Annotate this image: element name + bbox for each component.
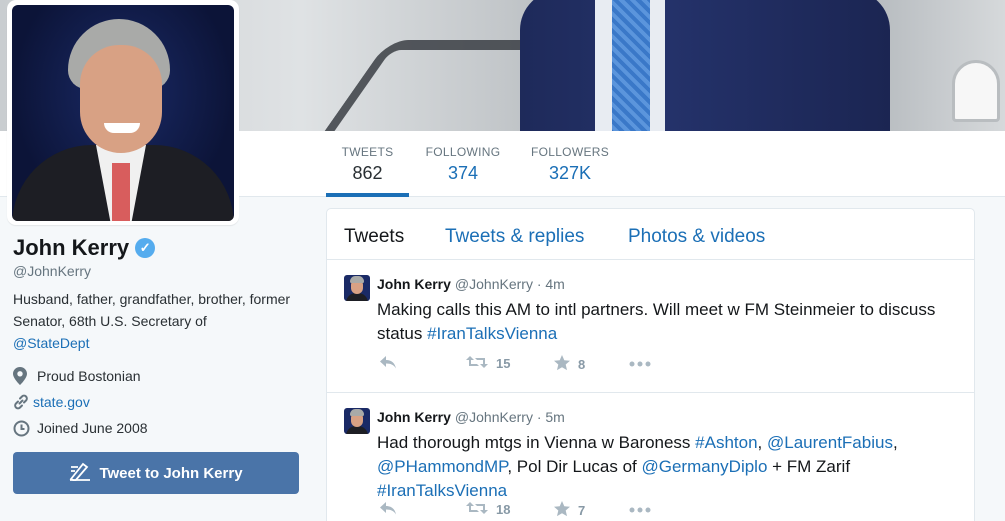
timeline: Tweets Tweets & replies Photos & videos … [326, 208, 975, 521]
like-count: 7 [578, 503, 586, 518]
profile-handle[interactable]: @JohnKerry [13, 263, 303, 279]
stat-following[interactable]: FOLLOWING 374 [421, 131, 505, 197]
verified-badge-icon: ✓ [135, 238, 156, 258]
tweet-author-handle[interactable]: @JohnKerry [455, 276, 533, 292]
tweet-text-body: , [757, 433, 767, 452]
hashtag-link[interactable]: #Ashton [695, 433, 757, 452]
avatar-face [80, 45, 162, 153]
tweet-header: John Kerry @JohnKerry · 4m [377, 276, 565, 292]
tab-tweets[interactable]: Tweets [344, 226, 404, 248]
stat-followers-value: 327K [548, 163, 592, 183]
retweet-icon [466, 355, 488, 372]
tweet-actions: 15 8 [379, 355, 799, 375]
more-icon [629, 501, 651, 516]
banner-window [952, 60, 1000, 122]
hashtag-link[interactable]: #IranTalksVienna [427, 324, 557, 343]
profile-bio: Husband, father, grandfather, brother, f… [13, 288, 303, 354]
reply-button[interactable] [379, 501, 397, 518]
hashtag-link[interactable]: #IranTalksVienna [377, 481, 507, 500]
retweet-icon [466, 501, 488, 518]
tweet-timestamp[interactable]: · 4m [537, 276, 565, 292]
reply-button[interactable] [379, 355, 397, 372]
tweet-header: John Kerry @JohnKerry · 5m [377, 409, 565, 425]
tab-tweets-replies[interactable]: Tweets & replies [445, 226, 584, 248]
profile-name-row: John Kerry ✓ [13, 235, 303, 261]
mention-link[interactable]: @PHammondMP [377, 457, 507, 476]
retweet-count: 15 [496, 356, 511, 371]
avatar-smile [104, 123, 140, 133]
clock-icon [13, 420, 33, 437]
tweet-author-name[interactable]: John Kerry [377, 276, 451, 292]
banner-suit [520, 0, 890, 131]
retweet-button[interactable]: 15 [466, 355, 510, 372]
tweet-text-body: , [892, 433, 898, 452]
stat-followers[interactable]: FOLLOWERS 327K [527, 131, 613, 197]
stat-followers-label: FOLLOWERS [530, 145, 610, 159]
mention-link[interactable]: @LaurentFabius [767, 433, 893, 452]
mention-link[interactable]: @GermanyDiplo [642, 457, 768, 476]
avatar-photo [12, 5, 234, 221]
retweet-button[interactable]: 18 [466, 501, 510, 518]
tweet-item[interactable]: John Kerry @JohnKerry · 5m Had thorough m… [327, 393, 974, 521]
tweet-text-body: , Pol Dir Lucas of [507, 457, 642, 476]
stat-tweets[interactable]: TWEETS 862 [326, 131, 409, 197]
stat-following-value: 374 [447, 163, 479, 183]
location-row: Proud Bostonian [13, 363, 303, 389]
tweet-text: Had thorough mtgs in Vienna w Baroness #… [377, 431, 967, 503]
tweet-text: Making calls this AM to intl partners. W… [377, 298, 967, 346]
star-icon [554, 355, 570, 374]
profile-name[interactable]: John Kerry [13, 235, 129, 261]
tweet-to-label: Tweet to John Kerry [99, 464, 243, 482]
tweet-avatar[interactable] [344, 275, 370, 301]
joined-text: Joined June 2008 [37, 420, 148, 436]
tweet-actions: 18 7 [379, 501, 799, 521]
website-row: state.gov [13, 389, 303, 415]
stat-tweets-value: 862 [352, 163, 383, 183]
stat-following-label: FOLLOWING [425, 145, 501, 159]
compose-icon [69, 461, 91, 485]
like-button[interactable]: 7 [554, 501, 585, 520]
location-text: Proud Bostonian [37, 368, 141, 384]
tweet-avatar[interactable] [344, 408, 370, 434]
profile-card: John Kerry ✓ @JohnKerry Husband, father,… [13, 235, 303, 441]
website-link[interactable]: state.gov [33, 394, 90, 410]
tweet-author-handle[interactable]: @JohnKerry [455, 409, 533, 425]
stat-tweets-label: TWEETS [341, 145, 394, 159]
tweet-text-body: Had thorough mtgs in Vienna w Baroness [377, 433, 696, 452]
map-pin-icon [13, 367, 33, 385]
avatar-suit [346, 293, 368, 301]
link-icon [13, 394, 33, 410]
like-count: 8 [578, 357, 586, 372]
tweet-item[interactable]: John Kerry @JohnKerry · 4m Making calls t… [327, 260, 974, 393]
profile-meta: Proud Bostonian state.gov Joined June 20… [13, 363, 303, 441]
tweet-timestamp[interactable]: · 5m [537, 409, 565, 425]
star-icon [554, 501, 570, 520]
more-icon [629, 355, 651, 370]
tab-photos-videos[interactable]: Photos & videos [628, 226, 765, 248]
like-button[interactable]: 8 [554, 355, 585, 374]
avatar-suit [346, 426, 368, 434]
reply-icon [379, 501, 397, 518]
avatar-tie [112, 163, 130, 221]
reply-icon [379, 355, 397, 372]
profile-avatar[interactable] [7, 0, 239, 225]
bio-link-statedept[interactable]: @StateDept [13, 335, 89, 351]
banner-tie [612, 0, 650, 131]
tweet-to-button[interactable]: Tweet to John Kerry [13, 452, 299, 494]
avatar-hair [350, 276, 364, 283]
more-button[interactable] [629, 501, 651, 516]
bio-text: Husband, father, grandfather, brother, f… [13, 291, 291, 329]
avatar-hair [350, 409, 364, 416]
more-button[interactable] [629, 355, 651, 370]
retweet-count: 18 [496, 502, 511, 517]
timeline-tabs: Tweets Tweets & replies Photos & videos [327, 209, 974, 260]
tweet-text-body: + FM Zarif [767, 457, 851, 476]
joined-row: Joined June 2008 [13, 415, 303, 441]
tweet-author-name[interactable]: John Kerry [377, 409, 451, 425]
